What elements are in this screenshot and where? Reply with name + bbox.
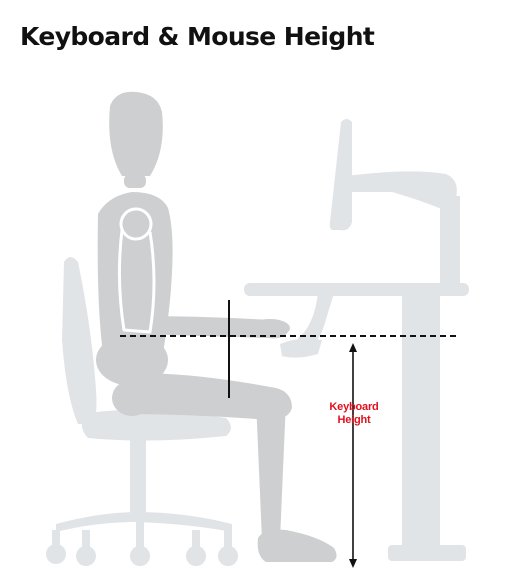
keyboard-height-label: Keyboard Height xyxy=(316,401,392,427)
keyboard-height-label-line2: Height xyxy=(337,414,371,426)
monitor xyxy=(329,119,460,284)
keyboard-height-label-line1: Keyboard xyxy=(329,401,379,413)
height-arrow xyxy=(349,343,357,568)
ergonomic-diagram xyxy=(46,91,469,568)
